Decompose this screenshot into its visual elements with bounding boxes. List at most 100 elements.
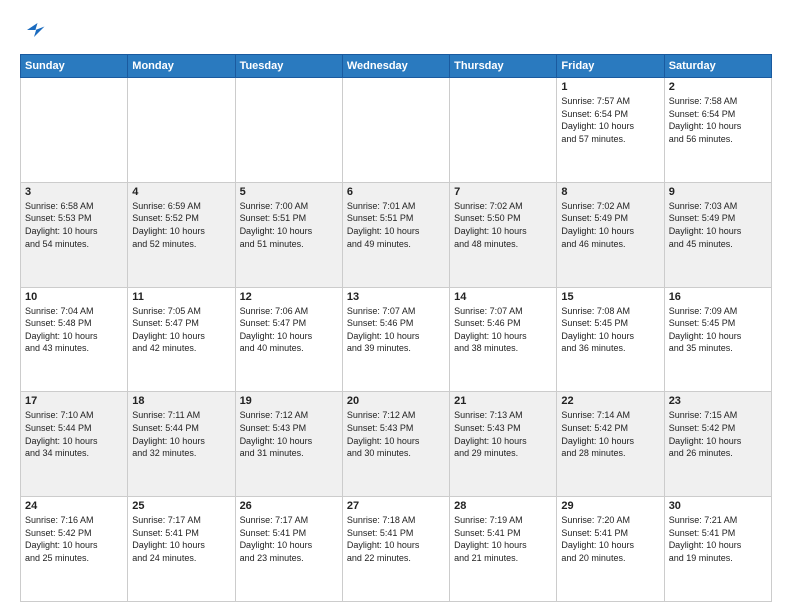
- calendar-cell: 13 Sunrise: 7:07 AMSunset: 5:46 PMDayligh…: [342, 287, 449, 392]
- day-info: Sunrise: 7:09 AMSunset: 5:45 PMDaylight:…: [669, 305, 767, 355]
- day-number: 27: [347, 500, 445, 512]
- calendar-cell: 18Sunrise: 7:11 AMSunset: 5:44 PMDayligh…: [128, 392, 235, 497]
- calendar-cell: 28 Sunrise: 7:19 AMSunset: 5:41 PMDayligh…: [450, 497, 557, 602]
- calendar-cell: 15 Sunrise: 7:08 AMSunset: 5:45 PMDayligh…: [557, 287, 664, 392]
- day-number: 5: [240, 186, 338, 198]
- day-number: 22: [561, 395, 659, 407]
- day-number: 24: [25, 500, 123, 512]
- day-number: 29: [561, 500, 659, 512]
- calendar-cell: [342, 78, 449, 183]
- calendar-cell: 4 Sunrise: 6:59 AMSunset: 5:52 PMDaylight…: [128, 182, 235, 287]
- logo-icon: [20, 16, 48, 44]
- calendar-header-cell: Saturday: [664, 55, 771, 78]
- day-number: 9: [669, 186, 767, 198]
- calendar-cell: 30 Sunrise: 7:21 AMSunset: 5:41 PMDayligh…: [664, 497, 771, 602]
- day-number: 4: [132, 186, 230, 198]
- calendar-cell: 1 Sunrise: 7:57 AMSunset: 6:54 PMDaylight…: [557, 78, 664, 183]
- day-info: Sunrise: 7:07 AMSunset: 5:46 PMDaylight:…: [454, 305, 552, 355]
- calendar-cell: 5 Sunrise: 7:00 AMSunset: 5:51 PMDaylight…: [235, 182, 342, 287]
- day-number: 12: [240, 291, 338, 303]
- day-info: Sunrise: 7:18 AMSunset: 5:41 PMDaylight:…: [347, 514, 445, 564]
- day-info: Sunrise: 7:17 AMSunset: 5:41 PMDaylight:…: [240, 514, 338, 564]
- calendar-cell: 16 Sunrise: 7:09 AMSunset: 5:45 PMDayligh…: [664, 287, 771, 392]
- day-info: Sunrise: 7:20 AMSunset: 5:41 PMDaylight:…: [561, 514, 659, 564]
- calendar-cell: 12 Sunrise: 7:06 AMSunset: 5:47 PMDayligh…: [235, 287, 342, 392]
- calendar-cell: 8 Sunrise: 7:02 AMSunset: 5:49 PMDaylight…: [557, 182, 664, 287]
- day-info: Sunrise: 7:01 AMSunset: 5:51 PMDaylight:…: [347, 200, 445, 250]
- day-info: Sunrise: 7:06 AMSunset: 5:47 PMDaylight:…: [240, 305, 338, 355]
- day-info: Sunrise: 6:59 AMSunset: 5:52 PMDaylight:…: [132, 200, 230, 250]
- day-info: Sunrise: 7:16 AMSunset: 5:42 PMDaylight:…: [25, 514, 123, 564]
- day-number: 1: [561, 81, 659, 93]
- day-info: Sunrise: 7:05 AMSunset: 5:47 PMDaylight:…: [132, 305, 230, 355]
- calendar-cell: 9 Sunrise: 7:03 AMSunset: 5:49 PMDaylight…: [664, 182, 771, 287]
- day-number: 15: [561, 291, 659, 303]
- day-info: Sunrise: 7:04 AMSunset: 5:48 PMDaylight:…: [25, 305, 123, 355]
- logo: [20, 16, 52, 44]
- calendar-header-cell: Tuesday: [235, 55, 342, 78]
- day-number: 6: [347, 186, 445, 198]
- day-info: Sunrise: 7:10 AMSunset: 5:44 PMDaylight:…: [25, 409, 123, 459]
- day-number: 21: [454, 395, 552, 407]
- day-info: Sunrise: 6:58 AMSunset: 5:53 PMDaylight:…: [25, 200, 123, 250]
- calendar-body: 1 Sunrise: 7:57 AMSunset: 6:54 PMDaylight…: [21, 78, 772, 602]
- calendar-cell: 19 Sunrise: 7:12 AMSunset: 5:43 PMDayligh…: [235, 392, 342, 497]
- day-number: 8: [561, 186, 659, 198]
- calendar-cell: 2 Sunrise: 7:58 AMSunset: 6:54 PMDaylight…: [664, 78, 771, 183]
- calendar-table: SundayMondayTuesdayWednesdayThursdayFrid…: [20, 54, 772, 602]
- day-info: Sunrise: 7:02 AMSunset: 5:49 PMDaylight:…: [561, 200, 659, 250]
- calendar-cell: [128, 78, 235, 183]
- day-info: Sunrise: 7:12 AMSunset: 5:43 PMDaylight:…: [240, 409, 338, 459]
- day-number: 28: [454, 500, 552, 512]
- day-number: 7: [454, 186, 552, 198]
- day-number: 20: [347, 395, 445, 407]
- day-number: 26: [240, 500, 338, 512]
- day-info: Sunrise: 7:03 AMSunset: 5:49 PMDaylight:…: [669, 200, 767, 250]
- calendar-cell: 14 Sunrise: 7:07 AMSunset: 5:46 PMDayligh…: [450, 287, 557, 392]
- day-info: Sunrise: 7:00 AMSunset: 5:51 PMDaylight:…: [240, 200, 338, 250]
- day-info: Sunrise: 7:57 AMSunset: 6:54 PMDaylight:…: [561, 95, 659, 145]
- calendar-cell: 26 Sunrise: 7:17 AMSunset: 5:41 PMDayligh…: [235, 497, 342, 602]
- day-info: Sunrise: 7:58 AMSunset: 6:54 PMDaylight:…: [669, 95, 767, 145]
- day-number: 25: [132, 500, 230, 512]
- calendar-header-cell: Thursday: [450, 55, 557, 78]
- day-number: 30: [669, 500, 767, 512]
- calendar-week-row: 10Sunrise: 7:04 AMSunset: 5:48 PMDayligh…: [21, 287, 772, 392]
- day-info: Sunrise: 7:14 AMSunset: 5:42 PMDaylight:…: [561, 409, 659, 459]
- day-number: 17: [25, 395, 123, 407]
- header: [20, 16, 772, 44]
- calendar-cell: 25 Sunrise: 7:17 AMSunset: 5:41 PMDayligh…: [128, 497, 235, 602]
- day-number: 14: [454, 291, 552, 303]
- day-info: Sunrise: 7:02 AMSunset: 5:50 PMDaylight:…: [454, 200, 552, 250]
- day-info: Sunrise: 7:15 AMSunset: 5:42 PMDaylight:…: [669, 409, 767, 459]
- calendar-week-row: 24 Sunrise: 7:16 AMSunset: 5:42 PMDayligh…: [21, 497, 772, 602]
- day-info: Sunrise: 7:17 AMSunset: 5:41 PMDaylight:…: [132, 514, 230, 564]
- day-info: Sunrise: 7:11 AMSunset: 5:44 PMDaylight:…: [132, 409, 230, 459]
- day-info: Sunrise: 7:21 AMSunset: 5:41 PMDaylight:…: [669, 514, 767, 564]
- calendar-cell: 3 Sunrise: 6:58 AMSunset: 5:53 PMDaylight…: [21, 182, 128, 287]
- day-number: 3: [25, 186, 123, 198]
- day-info: Sunrise: 7:07 AMSunset: 5:46 PMDaylight:…: [347, 305, 445, 355]
- calendar-cell: 7 Sunrise: 7:02 AMSunset: 5:50 PMDaylight…: [450, 182, 557, 287]
- calendar-week-row: 17 Sunrise: 7:10 AMSunset: 5:44 PMDayligh…: [21, 392, 772, 497]
- calendar-header-cell: Monday: [128, 55, 235, 78]
- day-info: Sunrise: 7:19 AMSunset: 5:41 PMDaylight:…: [454, 514, 552, 564]
- calendar-cell: 27 Sunrise: 7:18 AMSunset: 5:41 PMDayligh…: [342, 497, 449, 602]
- page: SundayMondayTuesdayWednesdayThursdayFrid…: [0, 0, 792, 612]
- day-number: 11: [132, 291, 230, 303]
- calendar-header-cell: Friday: [557, 55, 664, 78]
- calendar-header-row: SundayMondayTuesdayWednesdayThursdayFrid…: [21, 55, 772, 78]
- calendar-cell: 10Sunrise: 7:04 AMSunset: 5:48 PMDayligh…: [21, 287, 128, 392]
- day-number: 19: [240, 395, 338, 407]
- calendar-cell: 21Sunrise: 7:13 AMSunset: 5:43 PMDayligh…: [450, 392, 557, 497]
- calendar-header-cell: Sunday: [21, 55, 128, 78]
- day-info: Sunrise: 7:08 AMSunset: 5:45 PMDaylight:…: [561, 305, 659, 355]
- day-number: 13: [347, 291, 445, 303]
- calendar-cell: 24 Sunrise: 7:16 AMSunset: 5:42 PMDayligh…: [21, 497, 128, 602]
- calendar-cell: 23Sunrise: 7:15 AMSunset: 5:42 PMDayligh…: [664, 392, 771, 497]
- calendar-cell: 17 Sunrise: 7:10 AMSunset: 5:44 PMDayligh…: [21, 392, 128, 497]
- calendar-cell: 29 Sunrise: 7:20 AMSunset: 5:41 PMDayligh…: [557, 497, 664, 602]
- day-number: 2: [669, 81, 767, 93]
- calendar-cell: 20Sunrise: 7:12 AMSunset: 5:43 PMDayligh…: [342, 392, 449, 497]
- day-number: 16: [669, 291, 767, 303]
